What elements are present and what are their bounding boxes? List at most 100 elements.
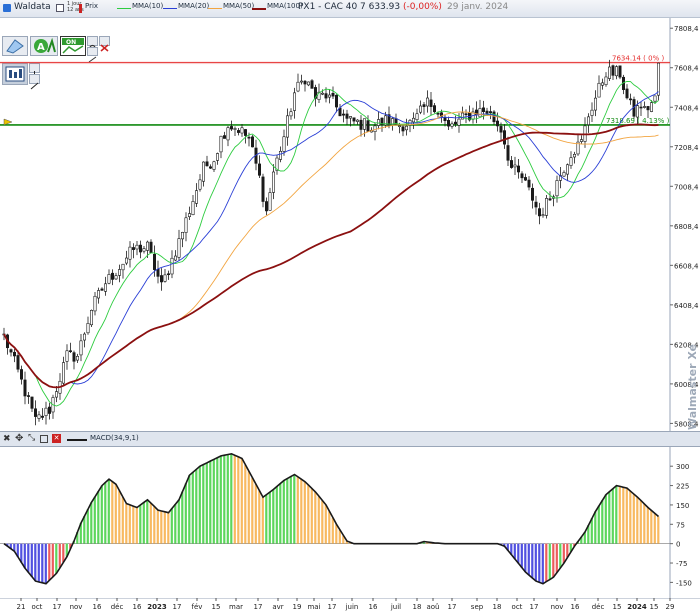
resistance-band [0, 61, 670, 65]
x-tick-label: fév [192, 603, 203, 611]
candle-body [135, 244, 139, 250]
candle-body [132, 247, 136, 250]
candle-body [572, 154, 576, 158]
move-icon[interactable]: ✥ [15, 433, 23, 444]
macd-bar [111, 481, 114, 544]
candle-body [167, 273, 171, 276]
macd-bar [286, 478, 289, 544]
candle-body [216, 153, 220, 161]
macd-bar [205, 462, 208, 544]
candle-body [516, 165, 520, 173]
macd-bar [279, 483, 282, 544]
macd-bar [636, 497, 639, 544]
candle-body [19, 369, 23, 380]
candle-body [425, 97, 429, 107]
candle-body [181, 232, 185, 240]
candle-body [432, 105, 436, 113]
candle-body [33, 408, 37, 417]
macd-bar [198, 466, 201, 544]
macd-bar [223, 455, 226, 544]
macd-tick-label: -75 [676, 560, 687, 568]
candle-body [226, 127, 230, 141]
macd-tick-label: 150 [676, 502, 689, 510]
macd-bar [177, 499, 180, 544]
macd-bar [321, 500, 324, 544]
price-change: (-0,00%) [403, 2, 442, 12]
candle-body [544, 198, 548, 216]
macd-bar [258, 490, 261, 544]
x-tick-label: 21 [17, 603, 26, 611]
macd-bar [30, 543, 33, 577]
price-tick-label: 6408,4 [674, 302, 699, 310]
candle-body [537, 208, 541, 217]
macd-bar [167, 512, 170, 544]
candle-body [457, 118, 461, 126]
macd-bar [247, 471, 250, 544]
candle-body [69, 350, 73, 352]
x-axis: 21 oct 17 nov 16 déc 16 2023 17 fév 15 mar 17 avr 19 ma… [0, 598, 700, 611]
candle-body [614, 66, 618, 77]
price-chart[interactable]: 7808,4 7608,4 7408,4 7208,4 7008,4 6808,4 6608… [0, 18, 700, 431]
x-tick-label: mar [229, 603, 243, 611]
candle-body [191, 201, 195, 215]
app-logo-icon [3, 4, 11, 12]
candle-body [261, 176, 265, 202]
copy-icon[interactable] [40, 435, 48, 443]
legend-mma20[interactable]: MMA(20) [178, 2, 209, 10]
macd-bar [545, 543, 548, 582]
resistance-label: 7634.14 ( 0% ) [612, 55, 664, 63]
candle-body [520, 173, 524, 179]
candle-body [653, 95, 657, 102]
legend-mma50[interactable]: MMA(50) [223, 2, 254, 10]
candle-body [464, 113, 468, 116]
candle-body [418, 105, 422, 113]
x-tick-label: avr [272, 603, 283, 611]
macd-bar [160, 510, 163, 544]
candle-body [202, 161, 206, 182]
candle-body [604, 76, 608, 85]
candle-body [149, 241, 153, 254]
candle-body [97, 290, 101, 299]
candle-body [37, 414, 41, 419]
candle-body [285, 115, 289, 138]
candle-body [348, 116, 352, 119]
candle-body [646, 106, 650, 111]
candle-body [212, 161, 216, 170]
candle-body [450, 123, 454, 127]
candle-body [527, 179, 531, 188]
candle-body [656, 62, 660, 96]
macd-bar [653, 513, 656, 544]
x-tick-label: 2023 [147, 603, 167, 611]
candle-body [30, 396, 34, 409]
candle-body [40, 415, 44, 418]
candle-body [597, 82, 601, 98]
candle-body [331, 92, 335, 97]
macd-bar [611, 488, 614, 544]
price-tick-label: 6808,4 [674, 223, 699, 231]
tools-icon[interactable]: ✖ [3, 434, 11, 444]
candle-body [44, 407, 48, 416]
macd-bar [300, 479, 303, 544]
candle-body [569, 157, 573, 166]
legend-mma100-swatch [252, 8, 266, 10]
candle-body [188, 213, 192, 217]
x-tick-label: 17 [173, 603, 182, 611]
macd-bar [226, 454, 229, 544]
resize-icon[interactable]: ⤡ [28, 433, 35, 443]
candle-body [9, 349, 13, 353]
candle-icon [79, 4, 82, 13]
macd-bar [153, 506, 156, 544]
candle-body [174, 255, 178, 261]
legend-mma10[interactable]: MMA(10) [132, 2, 163, 10]
candle-body [170, 257, 174, 275]
candle-body [530, 187, 534, 201]
candle-body [292, 92, 296, 111]
close-indicator-icon[interactable]: ✕ [52, 434, 61, 443]
macd-chart[interactable]: 300 225 150 75 0 -75 -150 [0, 446, 700, 598]
candle-body [251, 136, 255, 148]
macd-bar [555, 543, 558, 573]
macd-bar [552, 543, 555, 578]
candle-body [499, 126, 503, 133]
macd-bar [135, 507, 138, 544]
candle-body [415, 113, 419, 120]
